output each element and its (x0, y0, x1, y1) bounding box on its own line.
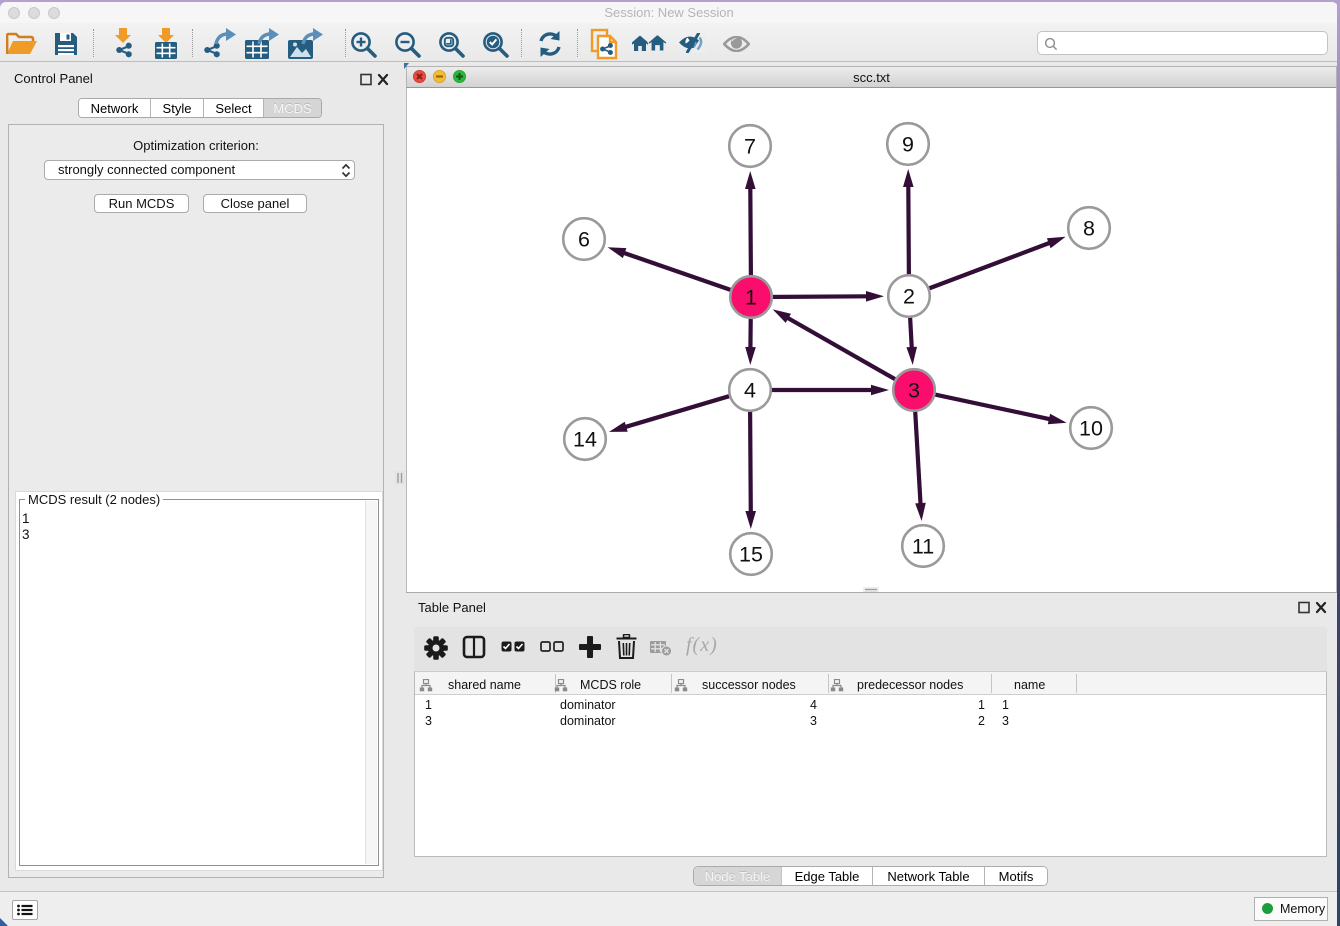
svg-text:15: 15 (739, 542, 763, 566)
svg-text:7: 7 (744, 134, 756, 158)
svg-text:8: 8 (1083, 216, 1095, 240)
svg-text:6: 6 (578, 227, 590, 251)
svg-text:2: 2 (903, 284, 915, 308)
svg-text:11: 11 (912, 534, 934, 558)
svg-text:10: 10 (1079, 416, 1103, 440)
svg-text:3: 3 (908, 378, 920, 402)
svg-text:14: 14 (573, 427, 597, 451)
svg-text:1: 1 (745, 285, 757, 309)
svg-text:4: 4 (744, 378, 756, 402)
svg-text:9: 9 (902, 132, 914, 156)
